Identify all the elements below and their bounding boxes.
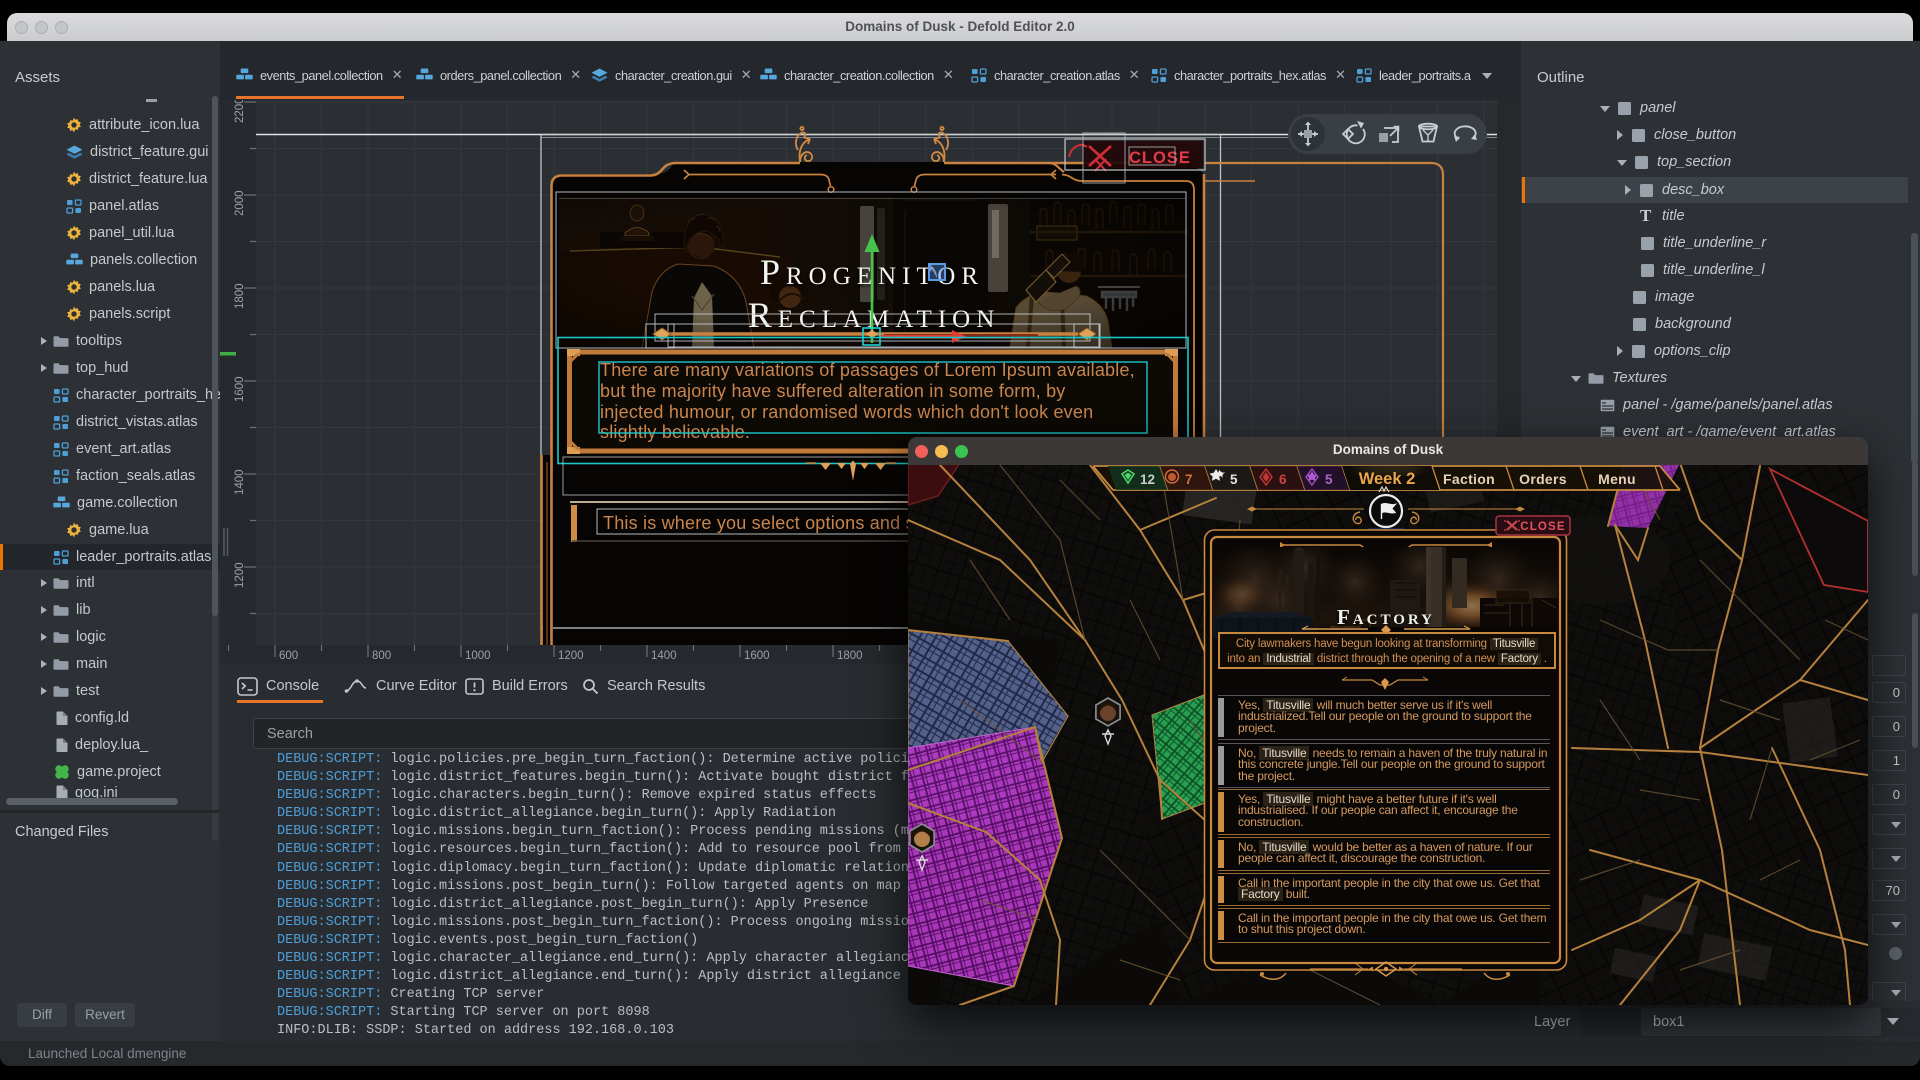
svg-text:Week 2: Week 2: [1359, 470, 1416, 488]
svg-text:2200: 2200: [234, 100, 246, 123]
svg-text:This is where you select optio: This is where you select options and s: [603, 513, 915, 533]
svg-text:1800: 1800: [837, 650, 863, 662]
svg-text:1800: 1800: [234, 283, 246, 309]
svg-text:800: 800: [372, 650, 391, 662]
svg-text:1600: 1600: [234, 376, 246, 402]
svg-text:Faction: Faction: [1443, 471, 1495, 487]
svg-text:Reclamation: Reclamation: [748, 295, 1001, 335]
svg-text:1400: 1400: [651, 650, 677, 662]
svg-text:1000: 1000: [465, 650, 491, 662]
svg-text:1200: 1200: [558, 650, 584, 662]
svg-text:slightly believable.: slightly believable.: [600, 422, 750, 442]
svg-text:There are many variations of p: There are many variations of passages of…: [600, 360, 1135, 380]
svg-text:5: 5: [1325, 472, 1333, 487]
svg-text:600: 600: [279, 650, 298, 662]
svg-text:CLOSE: CLOSE: [1520, 521, 1566, 533]
svg-text:injected humour, or randomised: injected humour, or randomised words whi…: [600, 402, 1093, 422]
svg-text:Menu: Menu: [1598, 471, 1636, 487]
svg-text:1200: 1200: [234, 562, 246, 588]
svg-text:1400: 1400: [234, 469, 246, 495]
svg-text:5: 5: [1230, 472, 1238, 487]
svg-text:7: 7: [1185, 472, 1193, 487]
svg-text:1600: 1600: [744, 650, 770, 662]
svg-text:Orders: Orders: [1519, 471, 1567, 487]
svg-text:CLOSE: CLOSE: [1129, 149, 1191, 167]
svg-text:12: 12: [1140, 472, 1155, 487]
svg-text:2000: 2000: [234, 190, 246, 216]
svg-text:but the majority have suffered: but the majority have suffered alteratio…: [600, 381, 1066, 401]
svg-text:6: 6: [1279, 472, 1287, 487]
